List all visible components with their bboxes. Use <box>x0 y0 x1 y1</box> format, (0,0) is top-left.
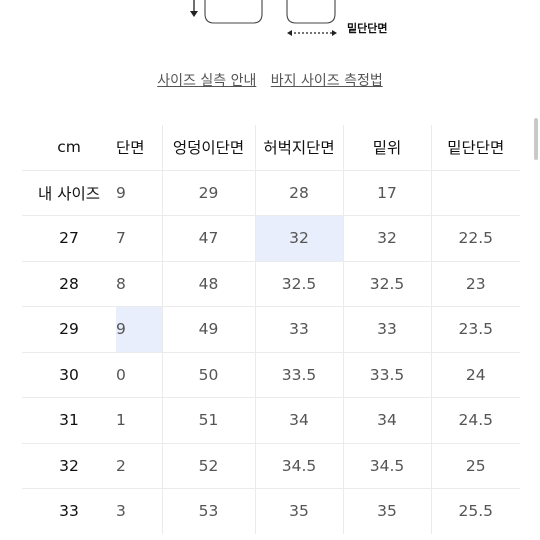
table-cell: 3 <box>116 488 163 534</box>
size-table: cm 단면 엉덩이단면 허벅지단면 밑위 밑단단면 내 사이즈 9 29 28 … <box>22 125 520 534</box>
table-cell: 32 <box>22 443 116 489</box>
pants-measure-link[interactable]: 바지 사이즈 측정법 <box>271 73 383 89</box>
scrollbar[interactable] <box>534 118 538 160</box>
pants-measure-diagram <box>190 0 337 36</box>
table-cell: 29 <box>162 170 256 216</box>
right-leg-outline <box>286 0 336 24</box>
col-header-thigh: 허벅지단면 <box>255 125 344 171</box>
table-cell: 7 <box>116 215 163 262</box>
table-cell: 34 <box>343 397 432 444</box>
table-cell: 22.5 <box>431 215 520 262</box>
table-cell-highlighted: 32 <box>255 215 344 262</box>
table-cell: 35 <box>343 488 432 534</box>
table-cell: 33 <box>59 502 79 521</box>
table-row: 28 8 48 32.5 32.5 23 <box>22 261 520 307</box>
table-cell: 51 <box>162 397 256 444</box>
col-header-rise: 밑위 <box>343 125 432 171</box>
table-cell: 1 <box>116 397 163 444</box>
table-cell: 33.5 <box>343 352 432 398</box>
table-cell: 32.5 <box>255 261 344 307</box>
left-leg-outline <box>204 0 263 24</box>
col-header-waist: 단면 <box>116 125 163 171</box>
col-header-unit: cm <box>22 125 116 171</box>
table-cell: 50 <box>162 352 256 398</box>
table-cell: 17 <box>343 170 432 216</box>
table-row: 27 7 47 32 32 22.5 <box>22 215 520 262</box>
table-row-my-size: 내 사이즈 9 29 28 17 <box>22 170 520 216</box>
table-cell: 9 <box>116 170 163 216</box>
table-cell: 25 <box>431 443 520 489</box>
table-cell: 49 <box>162 306 256 353</box>
table-row: 31 1 51 34 34 24.5 <box>22 397 520 444</box>
col-header-hip: 엉덩이단면 <box>162 125 256 171</box>
table-cell: 31 <box>22 397 116 444</box>
table-cell: 8 <box>116 261 163 307</box>
table-cell: 24.5 <box>431 397 520 444</box>
table-cell: 33 <box>343 306 432 353</box>
table-cell: 내 사이즈 <box>22 170 116 216</box>
table-cell: 27 <box>22 215 116 262</box>
rise-arrow-head <box>190 11 198 17</box>
hem-arrow-right <box>332 30 337 36</box>
table-cell: 47 <box>162 215 256 262</box>
table-cell: 24 <box>431 352 520 398</box>
table-cell: 34.5 <box>343 443 432 489</box>
table-row: 30 0 50 33.5 33.5 24 <box>22 352 520 398</box>
table-cell: 30 <box>22 352 116 398</box>
table-row: 33 3 53 35 35 25.5 <box>22 488 520 534</box>
bottom-hem-label: 밑단단면 <box>347 22 388 35</box>
size-links: 사이즈 실측 안내 바지 사이즈 측정법 <box>0 70 540 90</box>
table-cell: 29 <box>22 306 116 353</box>
size-guide-link[interactable]: 사이즈 실측 안내 <box>157 73 256 89</box>
table-cell: 52 <box>162 443 256 489</box>
table-cell: 28 <box>255 170 344 216</box>
table-cell: 32.5 <box>343 261 432 307</box>
col-header-hem: 밑단단면 <box>431 125 520 171</box>
table-row: 32 2 52 34.5 34.5 25 <box>22 443 520 489</box>
hem-arrow-left <box>287 30 292 36</box>
table-cell: 48 <box>162 261 256 307</box>
table-cell: 23.5 <box>431 306 520 353</box>
table-cell: 28 <box>22 261 116 307</box>
table-cell: 33.5 <box>255 352 344 398</box>
table-cell: 23 <box>431 261 520 307</box>
table-cell: 2 <box>116 443 163 489</box>
table-cell: 0 <box>116 352 163 398</box>
table-cell: 33 <box>255 306 344 353</box>
table-cell-highlighted: 9 <box>116 306 163 353</box>
table-cell: 53 <box>162 488 256 534</box>
table-cell: 25.5 <box>458 502 493 521</box>
table-cell: 35 <box>255 488 344 534</box>
table-cell <box>431 170 520 216</box>
table-cell: 32 <box>343 215 432 262</box>
table-header-row: cm 단면 엉덩이단면 허벅지단면 밑위 밑단단면 <box>22 125 520 171</box>
table-cell: 34.5 <box>255 443 344 489</box>
table-cell: 34 <box>255 397 344 444</box>
table-row: 29 9 49 33 33 23.5 <box>22 306 520 353</box>
